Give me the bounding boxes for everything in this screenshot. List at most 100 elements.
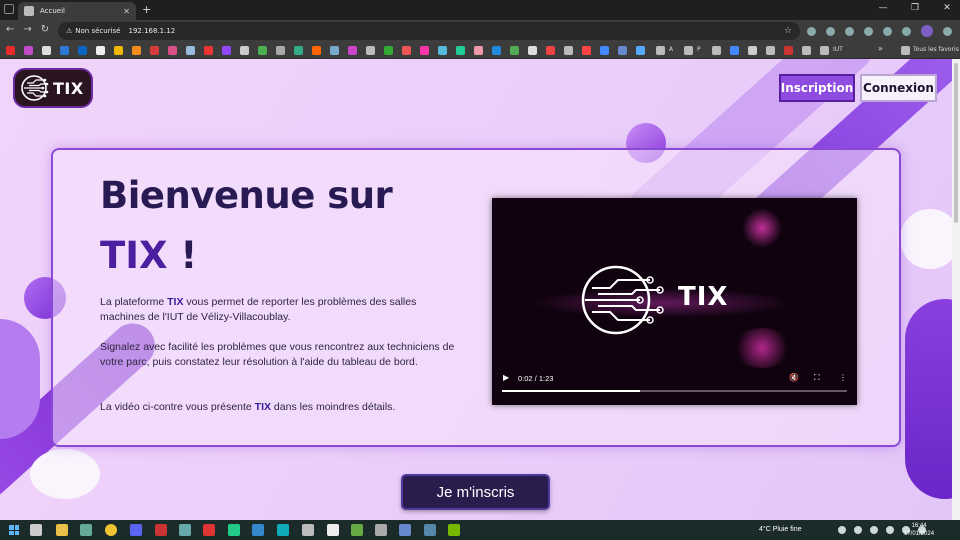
bookmark-icon[interactable] [712,46,721,55]
sidebar-icon[interactable] [883,26,892,36]
bookmark-icon[interactable] [186,46,195,55]
bookmark-icon[interactable] [24,46,33,55]
app-icon[interactable] [277,524,289,536]
all-bookmarks-label[interactable]: Tous les favoris [913,46,959,53]
login-button[interactable]: Connexion [860,74,937,102]
app-icon[interactable] [155,524,167,536]
bookmark-youtube-icon[interactable] [6,46,15,55]
bookmark-icon[interactable] [168,46,177,55]
bookmark-icon[interactable] [402,46,411,55]
bookmark-flag-icon[interactable] [784,46,793,55]
filezilla-icon[interactable] [203,524,215,536]
play-icon[interactable]: ▶ [503,373,509,382]
chrome-icon[interactable] [105,524,117,536]
bookmark-folder-icon[interactable] [820,46,829,55]
signup-cta-button[interactable]: Je m'inscris [401,474,550,510]
windows-start-icon[interactable] [9,525,19,535]
bookmark-icon[interactable] [618,46,627,55]
bookmark-icon[interactable] [730,46,739,55]
browser-tab[interactable]: Accueil ✕ [18,2,136,20]
bookmark-folder-label[interactable]: A [669,46,673,53]
bookmark-icon[interactable] [276,46,285,55]
url-text[interactable]: 192.168.1.12 [128,27,175,35]
minecraft-icon[interactable] [351,524,363,536]
bookmark-icon[interactable] [748,46,757,55]
bookmark-icon[interactable] [456,46,465,55]
tray-icon[interactable] [838,526,846,534]
more-options-icon[interactable]: ⋮ [839,373,847,382]
file-explorer-icon[interactable] [56,524,68,536]
bookmark-icon[interactable] [528,46,537,55]
reload-icon[interactable]: ↻ [41,24,49,35]
task-view-icon[interactable] [30,524,42,536]
bookmark-icon[interactable] [150,46,159,55]
bookmark-folder-label[interactable]: P [697,46,701,53]
tab-search-icon[interactable] [4,4,14,14]
bookmark-x-icon[interactable] [42,46,51,55]
bookmark-icon[interactable] [330,46,339,55]
bookmark-icon[interactable] [366,46,375,55]
presentation-video[interactable]: TIX ▶ 0:02 / 1:23 🔇 ⛶ ⋮ [492,198,857,405]
bookmark-icon[interactable] [766,46,775,55]
bookmark-icon[interactable] [510,46,519,55]
extension-icon[interactable] [826,26,835,36]
forward-icon[interactable]: → [23,24,31,35]
app-icon[interactable] [375,524,387,536]
bookmark-twitch-icon[interactable] [222,46,231,55]
minimize-button[interactable]: — [878,3,888,13]
tab-close-icon[interactable]: ✕ [123,7,130,16]
video-progress-bar[interactable] [502,390,847,392]
bookmark-icon[interactable] [438,46,447,55]
taskbar-clock[interactable]: 16:44 17/01/2024 [904,522,934,538]
bookmark-icon[interactable] [420,46,429,55]
bookmark-icon[interactable] [582,46,591,55]
bookmark-folder-icon[interactable] [656,46,665,55]
bookmark-icon[interactable] [132,46,141,55]
all-bookmarks-folder-icon[interactable] [901,46,910,55]
bookmark-star-icon[interactable]: ☆ [784,26,792,36]
bookmark-linkedin-icon[interactable] [78,46,87,55]
app-icon[interactable] [179,524,191,536]
close-window-button[interactable]: ✕ [942,3,952,13]
bookmark-icon[interactable] [258,46,267,55]
mute-icon[interactable]: 🔇 [789,373,799,382]
bookmark-icon[interactable] [60,46,69,55]
extension-icon[interactable] [807,26,816,36]
warning-icon[interactable]: ⚠ [66,27,72,35]
download-icon[interactable] [902,26,911,36]
bookmark-icon[interactable] [474,46,483,55]
bookmark-github-icon[interactable] [96,46,105,55]
app-icon[interactable] [302,524,314,536]
bookmark-icon[interactable] [802,46,811,55]
tray-icon[interactable] [854,526,862,534]
fullscreen-icon[interactable]: ⛶ [814,373,820,383]
bookmark-icon[interactable] [492,46,501,55]
wifi-icon[interactable] [870,526,878,534]
nvidia-icon[interactable] [448,524,460,536]
scrollbar-thumb[interactable] [954,63,958,223]
bookmark-icon[interactable] [348,46,357,55]
weather-widget[interactable]: 4°C Pluie fine [759,526,802,533]
bookmark-icon[interactable] [114,46,123,55]
bookmark-icon[interactable] [294,46,303,55]
bookmark-icon[interactable] [204,46,213,55]
menu-kebab-icon[interactable] [943,26,952,36]
new-tab-button[interactable]: + [142,3,151,16]
app-icon[interactable] [252,524,264,536]
app-icon[interactable] [399,524,411,536]
bookmarks-overflow-button[interactable]: » [878,44,883,53]
profile-avatar[interactable] [921,25,933,37]
bookmark-icon[interactable] [546,46,555,55]
discord-icon[interactable] [130,524,142,536]
bookmark-icon[interactable] [600,46,609,55]
bookmark-folder-icon[interactable] [564,46,573,55]
back-icon[interactable]: ← [6,24,14,35]
security-label[interactable]: Non sécurisé [75,27,120,35]
page-scrollbar[interactable] [952,59,960,520]
app-icon[interactable] [80,524,92,536]
bookmark-folder-icon[interactable] [684,46,693,55]
bookmark-icon[interactable] [240,46,249,55]
signup-button[interactable]: Inscription [779,74,855,102]
bookmark-folder-label[interactable]: IUT [833,46,843,53]
pycharm-icon[interactable] [228,524,240,536]
